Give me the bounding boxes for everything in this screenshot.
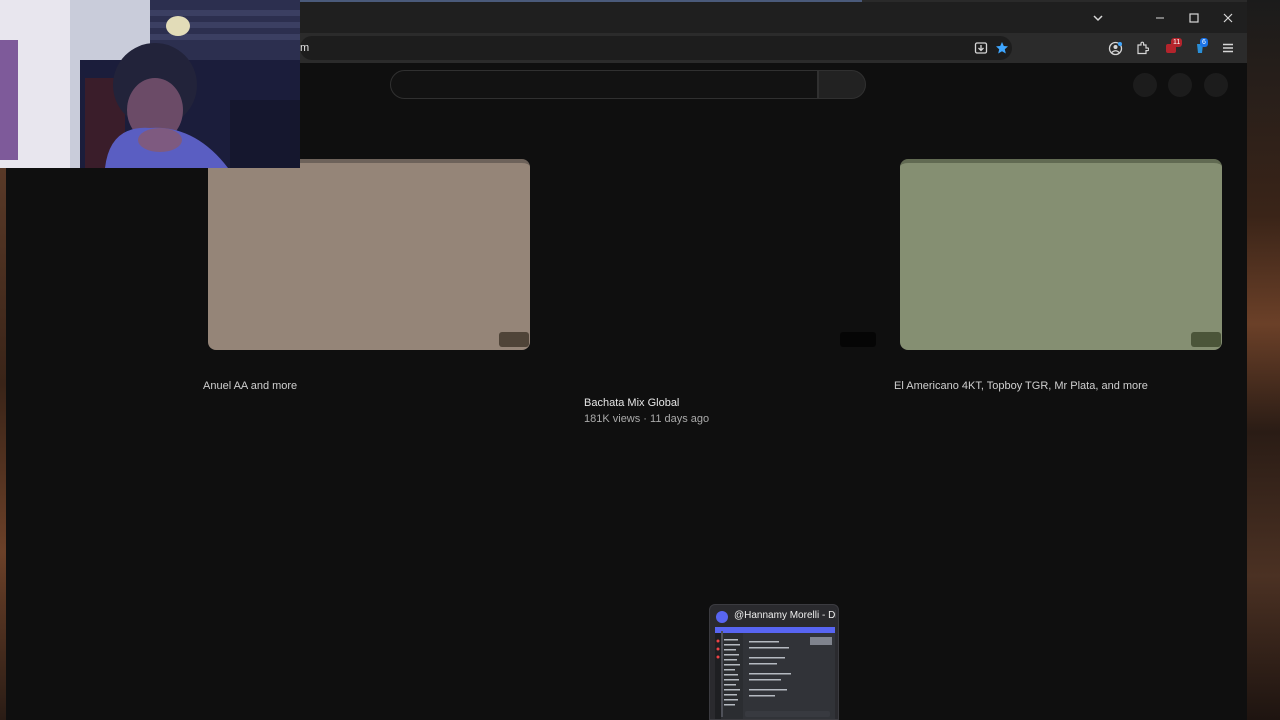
profile-icon[interactable] <box>1105 38 1125 58</box>
video-thumbnail[interactable] <box>900 159 1222 350</box>
search-input[interactable] <box>390 70 818 99</box>
duration-badge <box>840 332 876 347</box>
webcam-overlay <box>0 0 300 168</box>
desktop-wallpaper-edge <box>0 160 6 720</box>
window-thumbnail[interactable] <box>715 627 835 719</box>
address-bar[interactable] <box>300 36 1012 60</box>
maximize-icon[interactable] <box>1184 8 1204 28</box>
address-bar-text: m <box>300 42 310 54</box>
close-icon[interactable] <box>1218 8 1238 28</box>
taskbar-window-preview[interactable]: @Hannamy Morelli - Di... <box>709 604 839 720</box>
install-icon[interactable] <box>971 38 991 58</box>
video-meta: 181K views · 11 days ago <box>584 413 710 425</box>
chevron-down-icon[interactable] <box>1088 8 1108 28</box>
red-extension-badge: 11 <box>1171 38 1183 47</box>
video-title[interactable]: Bachata Mix Global <box>584 397 679 409</box>
desktop-wallpaper <box>1247 0 1280 720</box>
search-button[interactable] <box>818 70 866 99</box>
avatar[interactable] <box>1204 73 1228 97</box>
blue-extension-badge: 6 <box>1200 38 1208 47</box>
video-channel-line[interactable]: El Americano 4KT, Topboy TGR, Mr Plata, … <box>894 380 1148 392</box>
video-channel-line[interactable]: Anuel AA and more <box>203 380 297 392</box>
discord-icon <box>716 611 728 623</box>
video-thumbnail[interactable] <box>208 159 530 350</box>
notifications-icon[interactable] <box>1168 73 1192 97</box>
taskbar-preview-title: @Hannamy Morelli - Di... <box>734 610 836 621</box>
bookmark-star-icon[interactable] <box>992 38 1012 58</box>
minimize-icon[interactable] <box>1150 8 1170 28</box>
extension-red-icon[interactable]: 11 <box>1161 38 1183 58</box>
create-icon[interactable] <box>1133 73 1157 97</box>
webcam-feed-image <box>0 0 300 168</box>
menu-icon[interactable] <box>1218 38 1238 58</box>
duration-badge <box>499 332 529 347</box>
extensions-icon[interactable] <box>1132 38 1152 58</box>
duration-badge <box>1191 332 1221 347</box>
active-tab-indicator <box>300 0 862 2</box>
extension-blue-icon[interactable]: 6 <box>1190 38 1210 58</box>
